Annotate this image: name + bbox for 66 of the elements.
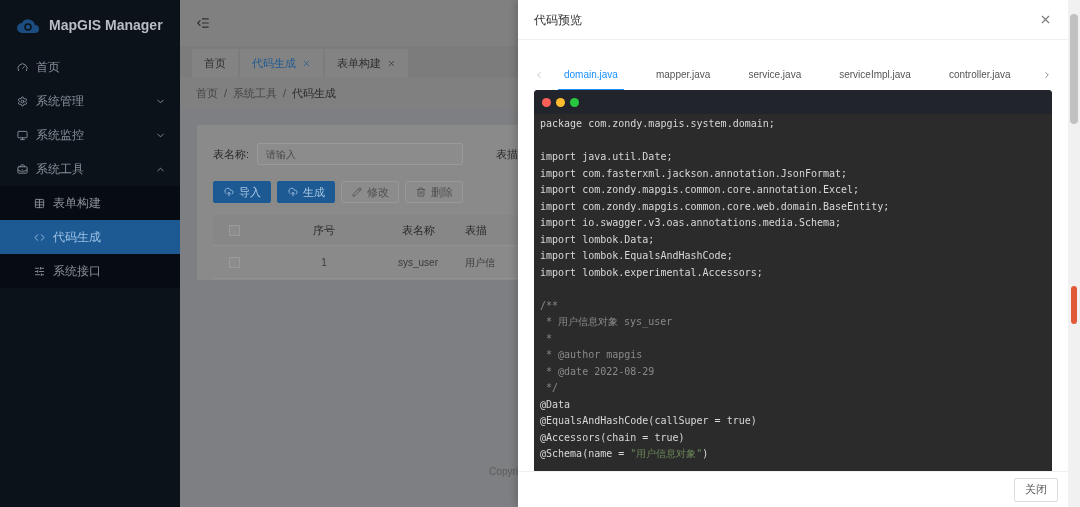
breadcrumb-item: 代码生成 <box>292 85 337 101</box>
menu-icon[interactable] <box>196 16 210 30</box>
app-title: MapGIS Manager <box>49 15 163 35</box>
breadcrumb-separator: / <box>224 85 228 101</box>
column-header: 表描 <box>465 222 488 238</box>
code-line: * @date 2022-08-29 <box>545 364 655 379</box>
gear-icon <box>17 95 28 107</box>
code-line: @Accessors(chain = true) <box>540 430 685 445</box>
cloud-upload-icon <box>287 187 298 197</box>
sidebar-item[interactable]: 系统管理 <box>0 84 180 118</box>
cloud-upload-icon <box>223 187 234 197</box>
table-icon <box>34 197 45 209</box>
code-line: import com.zondy.mapgis.common.core.web.domain.BaseEntity; <box>540 199 890 214</box>
code-line: * 用户信息对象 sys_user <box>545 315 673 330</box>
breadcrumb-separator: / <box>283 85 287 101</box>
gauge-icon <box>17 61 28 73</box>
code-line: import lombok.Data; <box>540 232 655 247</box>
code-icon <box>34 231 45 243</box>
code-line: @Data <box>540 397 571 412</box>
field-label: 表描 <box>496 146 518 162</box>
code-line: import com.zondy.mapgis.common.core.annotation.Excel; <box>540 183 860 197</box>
table-cell-text: 1 <box>320 255 328 270</box>
sidebar-item[interactable]: 系统接口 <box>0 254 180 288</box>
code-line: */ <box>545 381 559 395</box>
code-line: import java.util.Date; <box>540 150 673 164</box>
code-line: @EqualsAndHashCode(callSuper = true) <box>540 414 757 428</box>
toolbar-button[interactable]: 生成 <box>277 181 335 203</box>
code-line: * @author mapgis <box>545 348 643 362</box>
trash-icon <box>415 187 426 197</box>
chevron-left-icon[interactable] <box>534 70 544 80</box>
code-line: package com.zondy.mapgis.system.domain; <box>540 117 775 131</box>
code-line: @Schema(name = "用户信息对象") <box>540 447 709 461</box>
code-line: /** <box>540 298 559 313</box>
column-header: 序号 <box>312 222 336 238</box>
file-tab[interactable]: serviceImpl.java <box>833 59 917 91</box>
sliders-icon <box>34 265 45 277</box>
sidebar-item[interactable]: 首页 <box>0 50 180 84</box>
column-header: 表名称 <box>400 222 436 238</box>
code-line: import com.fasterxml.jackson.annotation.JsonFormat; <box>540 166 848 181</box>
page-tab[interactable]: 表单构建 <box>325 49 408 77</box>
file-tab[interactable]: mapper.java <box>649 59 717 91</box>
chevron-right-icon[interactable] <box>1042 70 1052 80</box>
sidebar-item[interactable]: 系统监控 <box>0 118 180 152</box>
close-button[interactable]: 关闭 <box>1014 477 1058 502</box>
sidebar-item[interactable]: 表单构建 <box>0 186 180 220</box>
close-icon[interactable] <box>1039 13 1052 26</box>
close-icon[interactable] <box>387 58 396 68</box>
table-cell-text: sys_user <box>397 255 439 270</box>
code-line: import lombok.EqualsAndHashCode; <box>540 249 733 263</box>
drawer-title: 代码预览 <box>534 11 582 29</box>
cloud-logo-icon <box>17 17 39 33</box>
code-line: import lombok.experimental.Accessors; <box>540 265 763 280</box>
table-name-field[interactable]: 请输入 <box>256 143 463 165</box>
page-tab[interactable]: 首页 <box>192 49 238 77</box>
field-label: 表名称: <box>213 146 251 162</box>
sidebar-item[interactable]: 系统工具 <box>0 152 180 186</box>
code-line: import io.swagger.v3.oas.annotations.media.Schema; <box>540 216 842 230</box>
briefcase-icon <box>17 163 28 175</box>
toolbar-button[interactable]: 导入 <box>213 181 271 203</box>
file-tab[interactable]: service.java <box>742 59 808 91</box>
table-cell-text: 用户信 <box>465 255 495 270</box>
monitor-icon <box>17 129 28 141</box>
sidebar-item[interactable]: 代码生成 <box>0 220 180 254</box>
file-tab[interactable]: controller.java <box>942 59 1017 91</box>
code-line: * <box>545 331 553 346</box>
pencil-icon <box>351 187 362 197</box>
